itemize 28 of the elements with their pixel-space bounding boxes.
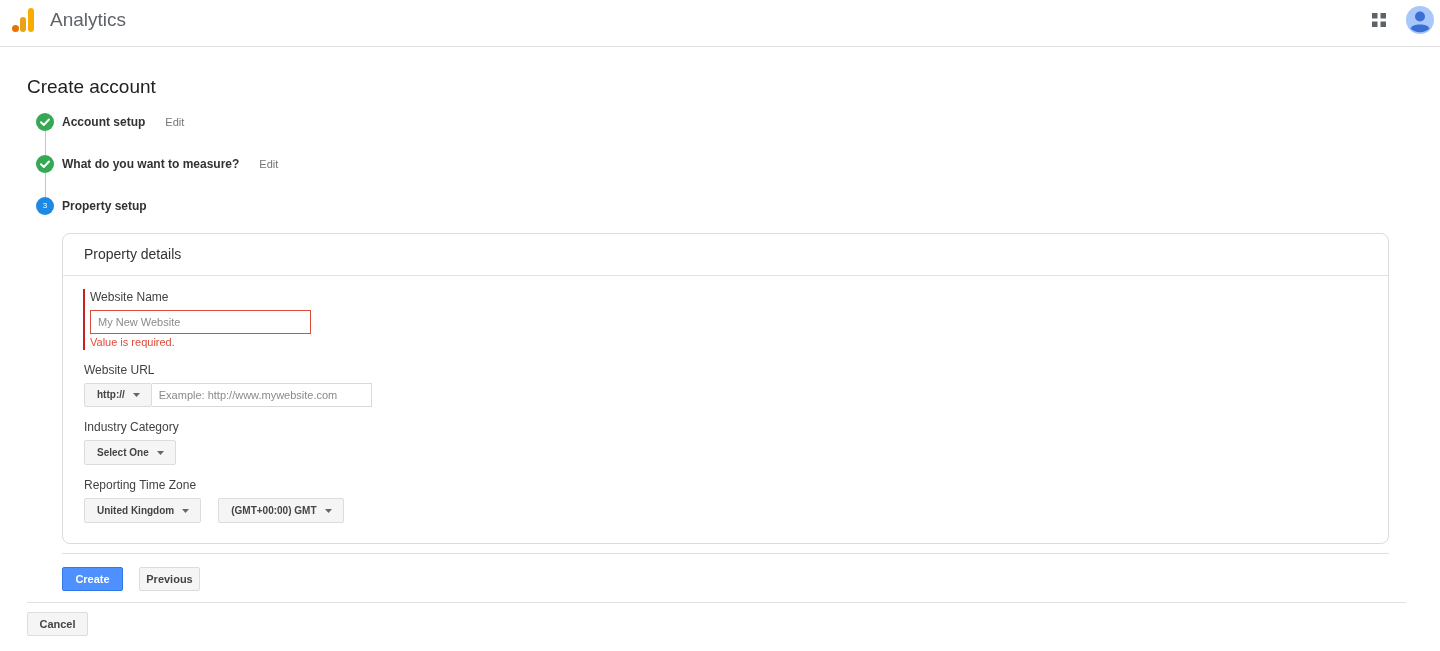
caret-icon [324,508,332,513]
field-label: Reporting Time Zone [84,477,197,493]
dropdown-button[interactable]: Select One [84,440,176,465]
input-field[interactable]: My New Website [90,310,311,334]
field-label: Website URL [84,362,155,378]
cancel-button[interactable]: Cancel [27,612,88,636]
error-message: Value is required. [90,335,175,350]
caret-icon [182,508,190,513]
page-title: Create account [27,75,156,99]
logo-icon [12,8,34,32]
grid-icon[interactable] [1372,13,1386,27]
edit-link[interactable]: Edit [165,115,185,129]
step-label: Property setup [62,198,147,214]
dropdown-button[interactable]: http:// [84,383,152,407]
caret-icon [132,393,140,398]
app-title: Analytics [50,8,127,32]
field-label: Website Name [90,289,169,305]
edit-link[interactable]: Edit [259,157,279,171]
dropdown-button[interactable]: United Kingdom [84,498,202,523]
field-label: Industry Category [84,419,179,435]
avatar-icon[interactable] [1406,6,1434,34]
card-title: Property details [84,245,182,264]
previous-button[interactable]: Previous [139,567,200,591]
step-label: What do you want to measure? [62,156,240,172]
step-label: Account setup [62,114,146,130]
caret-icon [156,450,164,455]
dropdown-button[interactable]: (GMT+00:00) GMT [218,498,344,523]
step-number: 3 [36,197,54,215]
